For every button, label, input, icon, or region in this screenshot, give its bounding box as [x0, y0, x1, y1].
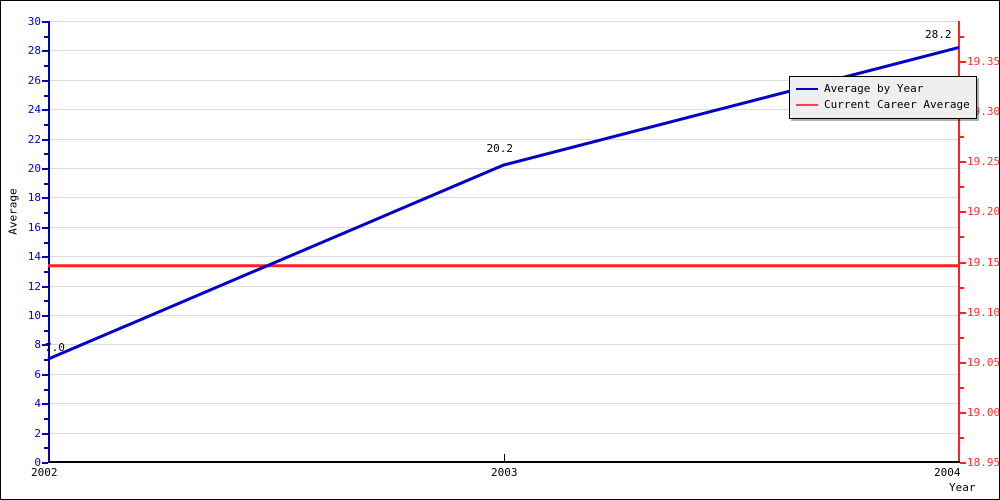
left-tick-label: 28 [27, 44, 41, 57]
right-minor-tick-mark [960, 437, 964, 439]
x-axis-title: Year [949, 481, 976, 494]
left-tick-label: 6 [34, 368, 41, 381]
gridline [48, 197, 959, 198]
left-tick-label: 22 [27, 133, 41, 146]
gridline [48, 374, 959, 375]
gridline [48, 139, 959, 140]
left-tick-label: 12 [27, 280, 41, 293]
bottom-tick-label: 2004 [934, 466, 961, 479]
data-point-label: 28.2 [925, 28, 952, 42]
left-tick-label: 30 [27, 15, 41, 28]
gridline [48, 227, 959, 228]
left-tick-label: 10 [27, 309, 41, 322]
bottom-tick-label: 2003 [491, 466, 518, 479]
right-minor-tick-mark [960, 387, 964, 389]
right-tick-label: 19.20 [967, 205, 1000, 218]
gridline [48, 315, 959, 316]
right-minor-tick-mark [960, 186, 964, 188]
left-tick-label: 14 [27, 250, 41, 263]
gridline [48, 344, 959, 345]
gridline [48, 168, 959, 169]
right-tick-mark [960, 362, 966, 364]
legend-label-average-by-year: Average by Year [824, 82, 924, 95]
right-tick-label: 19.10 [967, 306, 1000, 319]
right-tick-label: 19.15 [967, 256, 1000, 269]
bottom-axis-line [48, 461, 960, 463]
data-point-label: 20.2 [486, 142, 514, 156]
chart-container: 30 28 26 24 22 20 18 16 14 12 10 8 6 4 2 0 19.35 19.30 19… [0, 0, 1000, 500]
left-axis-line [48, 21, 50, 463]
right-tick-label: 19.35 [967, 55, 1000, 68]
right-tick-label: 19.00 [967, 406, 1000, 419]
left-tick-label: 2 [34, 427, 41, 440]
right-tick-mark [960, 61, 966, 63]
right-tick-mark [960, 462, 966, 464]
left-tick-label: 26 [27, 74, 41, 87]
left-tick-label: 8 [34, 338, 41, 351]
right-minor-tick-mark [960, 236, 964, 238]
data-point-label: 7.0 [45, 341, 65, 355]
gridline [48, 433, 959, 434]
right-tick-mark [960, 211, 966, 213]
right-tick-mark [960, 161, 966, 163]
y-axis-title: Average [6, 188, 20, 235]
bottom-tick-label: 2002 [31, 466, 58, 479]
left-tick-label: 20 [27, 162, 41, 175]
right-tick-mark [960, 312, 966, 314]
right-minor-tick-mark [960, 287, 964, 289]
chart-legend: Average by Year Current Career Average [789, 76, 977, 119]
gridline [48, 403, 959, 404]
gridline [48, 21, 959, 22]
left-tick-label: 24 [27, 103, 41, 116]
legend-item-average-by-year: Average by Year [796, 81, 970, 97]
gridline [48, 50, 959, 51]
gridline [48, 286, 959, 287]
right-minor-tick-mark [960, 337, 964, 339]
legend-swatch-red [796, 104, 818, 106]
right-tick-label: 18.95 [967, 456, 1000, 469]
legend-item-current-career-average: Current Career Average [796, 97, 970, 113]
right-tick-mark [960, 412, 966, 414]
right-tick-label: 19.25 [967, 155, 1000, 168]
left-tick-label: 4 [34, 397, 41, 410]
right-tick-mark [960, 262, 966, 264]
right-minor-tick-mark [960, 136, 964, 138]
legend-label-current-career-average: Current Career Average [824, 98, 970, 111]
right-minor-tick-mark [960, 36, 964, 38]
legend-swatch-blue [796, 88, 818, 90]
gridline [48, 256, 959, 257]
right-tick-label: 19.05 [967, 356, 1000, 369]
